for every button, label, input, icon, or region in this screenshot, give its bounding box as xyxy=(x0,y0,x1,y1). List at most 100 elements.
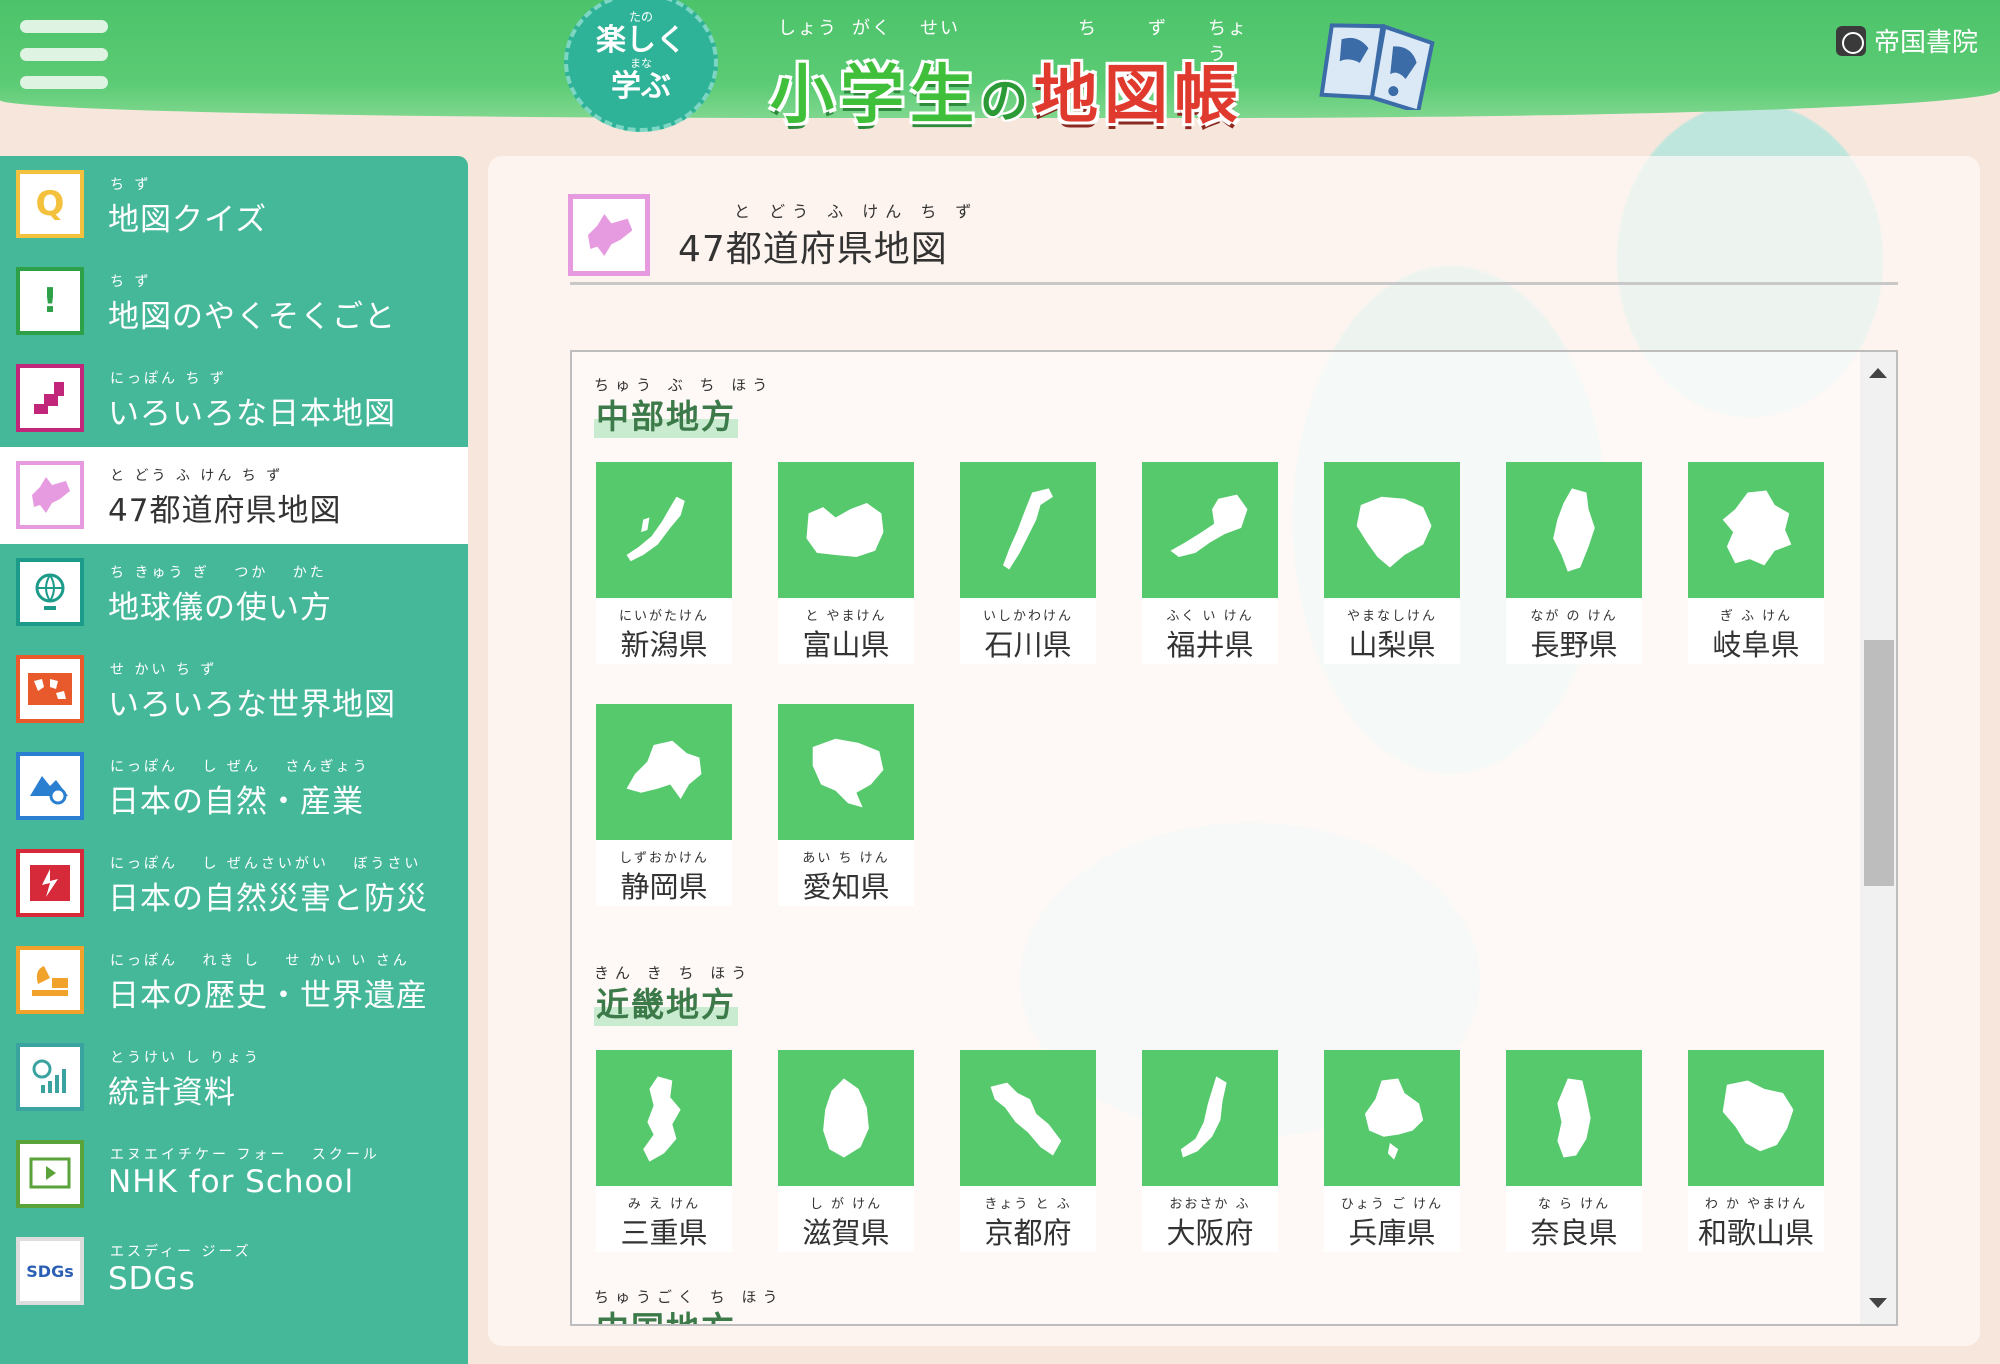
sidebar-item-label: 統計資料 xyxy=(108,1075,236,1111)
sidebar-item-ruby: と どう ふ けん ち ず xyxy=(110,468,284,484)
scroll-down-arrow-icon[interactable] xyxy=(1869,1298,1887,1308)
prefecture-name: 福井県 xyxy=(1166,628,1254,662)
title-ruby-0: しょう xyxy=(778,18,838,39)
heritage-icon xyxy=(16,946,84,1014)
title-ruby-4: ず xyxy=(1148,18,1168,39)
sidebar-item-label: いろいろな世界地図 xyxy=(108,687,396,723)
sidebar-item-label: 地図クイズ xyxy=(108,202,268,238)
page-title: 47都道府県地図 xyxy=(678,229,948,270)
region-title-chugoku: 中国地方 xyxy=(594,1302,738,1324)
prefecture-card-niigata[interactable]: にいがたけん 新潟県 xyxy=(596,462,732,664)
prefecture-card-kyoto[interactable]: きょう と ふ 京都府 xyxy=(960,1050,1096,1252)
wakayama-shape-icon xyxy=(1688,1050,1824,1186)
hokkaido-heading-icon xyxy=(568,194,650,276)
quiz-icon: Q xyxy=(16,170,84,238)
prefecture-name: 兵庫県 xyxy=(1348,1216,1436,1250)
sidebar-item-ruby: とうけい し りょう xyxy=(110,1050,261,1066)
prefecture-card-ishikawa[interactable]: いしかわけん 石川県 xyxy=(960,462,1096,664)
prefecture-card-shizuoka[interactable]: しずおかけん 静岡県 xyxy=(596,704,732,906)
list-scrollbar[interactable] xyxy=(1860,352,1896,1324)
prefecture-card-yamanashi[interactable]: やまなしけん 山梨県 xyxy=(1324,462,1460,664)
prefecture-name: 三重県 xyxy=(620,1216,708,1250)
prefecture-card-gifu[interactable]: ぎ ふ けん 岐阜県 xyxy=(1688,462,1824,664)
sidebar-item-world-maps[interactable]: せ かい ち ず いろいろな世界地図 xyxy=(0,641,468,738)
prefecture-name: 新潟県 xyxy=(620,628,708,662)
sidebar-item-label: 日本の歴史・世界遺産 xyxy=(108,978,428,1014)
sidebar-item-history-heritage[interactable]: にっぽん れき し せ かい い さん 日本の歴史・世界遺産 xyxy=(0,932,468,1029)
title-ruby-1: がく xyxy=(852,18,892,39)
badge-line1: 楽しく xyxy=(596,23,686,58)
sidebar-item-map-quiz[interactable]: Q ち ず 地図クイズ xyxy=(0,156,468,253)
prefecture-card-hyogo[interactable]: ひょう ご けん 兵庫県 xyxy=(1324,1050,1460,1252)
prefecture-card-shiga[interactable]: し が けん 滋賀県 xyxy=(778,1050,914,1252)
prefecture-name: 岐阜県 xyxy=(1712,628,1800,662)
yamanashi-shape-icon xyxy=(1324,462,1460,598)
title-divider xyxy=(570,282,1898,285)
prefecture-card-aichi[interactable]: あい ち けん 愛知県 xyxy=(778,704,914,906)
prefecture-name: 京都府 xyxy=(984,1216,1072,1250)
scroll-thumb[interactable] xyxy=(1864,640,1894,886)
statistics-icon xyxy=(16,1043,84,1111)
ishikawa-shape-icon xyxy=(960,462,1096,598)
sidebar-item-japan-maps[interactable]: にっぽん ち ず いろいろな日本地図 xyxy=(0,350,468,447)
header-bar: たの 楽しく まな 学ぶ しょう がく せい ち ず ちょう 小学生の地図帳 帝… xyxy=(0,0,2000,133)
prefecture-name: 愛知県 xyxy=(802,870,890,904)
prefecture-name: 奈良県 xyxy=(1530,1216,1618,1250)
sidebar-item-ruby: エヌエイチケー フォー スクール xyxy=(110,1147,380,1163)
sidebar-item-globe[interactable]: ち きゅう ぎ つか かた 地球儀の使い方 xyxy=(0,544,468,641)
sidebar-item-sdgs[interactable]: SDGs エスディー ジーズ SDGs xyxy=(0,1223,468,1320)
sidebar-item-ruby: ち ず xyxy=(110,274,152,290)
sidebar-item-ruby: にっぽん し ぜんさいがい ぼうさい xyxy=(110,856,422,872)
publisher-name: 帝国書院 xyxy=(1873,28,1978,58)
sidebar-item-statistics[interactable]: とうけい し りょう 統計資料 xyxy=(0,1029,468,1126)
sidebar-item-ruby: にっぽん し ぜん さんぎょう xyxy=(110,759,370,775)
title-part3: 地図帳 xyxy=(1034,59,1245,133)
hamburger-menu-icon[interactable] xyxy=(20,18,108,92)
prefecture-card-wakayama[interactable]: わ か やまけん 和歌山県 xyxy=(1688,1050,1824,1252)
sidebar-item-ruby: ち きゅう ぎ つか かた xyxy=(110,565,327,581)
prefecture-card-toyama[interactable]: と やまけん 富山県 xyxy=(778,462,914,664)
tanoshiku-manabu-badge: たの 楽しく まな 学ぶ xyxy=(564,0,718,132)
publisher-logo: 帝国書院 xyxy=(1835,22,1978,59)
niigata-shape-icon xyxy=(596,462,732,598)
disaster-icon xyxy=(16,849,84,917)
sidebar-item-disaster[interactable]: にっぽん し ぜんさいがい ぼうさい 日本の自然災害と防災 xyxy=(0,835,468,932)
prefecture-name: 長野県 xyxy=(1530,628,1618,662)
prefecture-name: 和歌山県 xyxy=(1697,1216,1814,1250)
scroll-up-arrow-icon[interactable] xyxy=(1869,368,1887,378)
sidebar-item-label: SDGs xyxy=(108,1261,196,1297)
fukui-shape-icon xyxy=(1142,462,1278,598)
sidebar-item-ruby: せ かい ち ず xyxy=(110,662,218,678)
sidebar-item-label: 47都道府県地図 xyxy=(108,493,342,529)
prefecture-card-osaka[interactable]: おおさか ふ 大阪府 xyxy=(1142,1050,1278,1252)
hokkaido-icon xyxy=(16,461,84,529)
gifu-shape-icon xyxy=(1688,462,1824,598)
prefecture-card-fukui[interactable]: ふく い けん 福井県 xyxy=(1142,462,1278,664)
atlas-book-icon xyxy=(1319,23,1435,110)
sidebar-item-label: 日本の自然・産業 xyxy=(108,784,364,820)
page-title-ruby: と どう ふ けん ち ず xyxy=(734,202,979,221)
exclamation-icon: ! xyxy=(16,267,84,335)
prefecture-name: 山梨県 xyxy=(1348,628,1436,662)
sidebar-item-map-rules[interactable]: ! ち ず 地図のやくそくごと xyxy=(0,253,468,350)
sidebar-item-nature-industry[interactable]: にっぽん し ぜん さんぎょう 日本の自然・産業 xyxy=(0,738,468,835)
prefecture-card-mie[interactable]: み え けん 三重県 xyxy=(596,1050,732,1252)
sidebar-item-ruby: にっぽん れき し せ かい い さん xyxy=(110,953,410,969)
title-ruby-3: ち xyxy=(1078,18,1098,39)
prefecture-name: 石川県 xyxy=(984,628,1072,662)
nara-shape-icon xyxy=(1506,1050,1642,1186)
sidebar-item-ruby: エスディー ジーズ xyxy=(110,1244,252,1260)
sidebar-item-nhk-for-school[interactable]: エヌエイチケー フォー スクール NHK for School xyxy=(0,1126,468,1223)
title-part1: 小学生 xyxy=(770,59,980,133)
region-title-chubu: 中部地方 xyxy=(594,390,738,438)
prefecture-list[interactable]: ちゅう ぶ ち ほう 中部地方 にいがたけん 新潟県 と やまけん 富山県 いし… xyxy=(570,350,1898,1326)
sidebar-item-ruby: にっぽん ち ず xyxy=(110,371,227,387)
sidebar-item-prefecture-maps[interactable]: と どう ふ けん ち ず 47都道府県地図 xyxy=(0,447,468,544)
kyoto-shape-icon xyxy=(960,1050,1096,1186)
prefecture-name: 富山県 xyxy=(802,628,890,662)
prefecture-card-nagano[interactable]: なが の けん 長野県 xyxy=(1506,462,1642,664)
shizuoka-shape-icon xyxy=(596,704,732,840)
prefecture-card-nara[interactable]: な ら けん 奈良県 xyxy=(1506,1050,1642,1252)
sdgs-icon: SDGs xyxy=(16,1237,84,1305)
mie-shape-icon xyxy=(596,1050,732,1186)
